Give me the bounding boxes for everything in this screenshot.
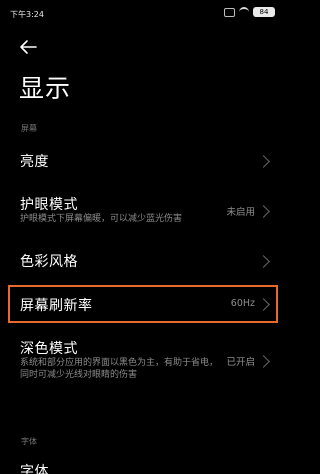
battery-icon: 84 [253, 7, 275, 17]
back-button[interactable] [16, 35, 40, 59]
status-icons: 84 [224, 7, 275, 17]
refresh-rate-value: 60Hz [230, 298, 255, 309]
signal-icon [224, 7, 235, 17]
chevron-right-icon [257, 298, 270, 311]
dark-mode-title: 深色模式 [20, 341, 78, 357]
status-bar: 下午3:24 84 [0, 0, 285, 22]
section-label-screen: 屏幕 [21, 124, 37, 133]
wifi-icon [239, 7, 249, 17]
refresh-rate-title: 屏幕刷新率 [20, 298, 93, 314]
page-title: 显示 [19, 74, 72, 103]
eye-care-row[interactable]: 护眼模式 护眼模式下屏幕偏暖，可以减少蓝光伤害 未启用 [0, 186, 285, 236]
chevron-right-icon [257, 155, 270, 168]
dark-mode-row[interactable]: 深色模式 系统和部分应用的界面以黑色为主，有助于省电，同时可减少光线对眼睛的伤害… [0, 332, 285, 394]
brightness-title: 亮度 [20, 154, 49, 170]
color-style-title: 色彩风格 [20, 254, 78, 270]
dark-mode-subtitle: 系统和部分应用的界面以黑色为主，有助于省电，同时可减少光线对眼睛的伤害 [20, 358, 219, 380]
eye-care-title: 护眼模式 [20, 197, 78, 213]
chevron-right-icon [257, 355, 270, 368]
chevron-right-icon [257, 205, 270, 218]
font-row-title: 字体 [20, 464, 49, 474]
dark-mode-value: 已开启 [226, 357, 255, 368]
brightness-row[interactable]: 亮度 [0, 140, 285, 184]
chevron-right-icon [257, 255, 270, 268]
color-style-row[interactable]: 色彩风格 [0, 240, 285, 284]
status-time: 下午3:24 [10, 10, 44, 19]
refresh-rate-row[interactable]: 屏幕刷新率 60Hz [0, 284, 285, 324]
back-arrow-icon [20, 40, 37, 54]
font-row[interactable]: 字体 [0, 456, 285, 474]
eye-care-value: 未启用 [226, 207, 255, 218]
section-label-font: 字体 [21, 437, 37, 446]
eye-care-subtitle: 护眼模式下屏幕偏暖，可以减少蓝光伤害 [20, 214, 183, 224]
